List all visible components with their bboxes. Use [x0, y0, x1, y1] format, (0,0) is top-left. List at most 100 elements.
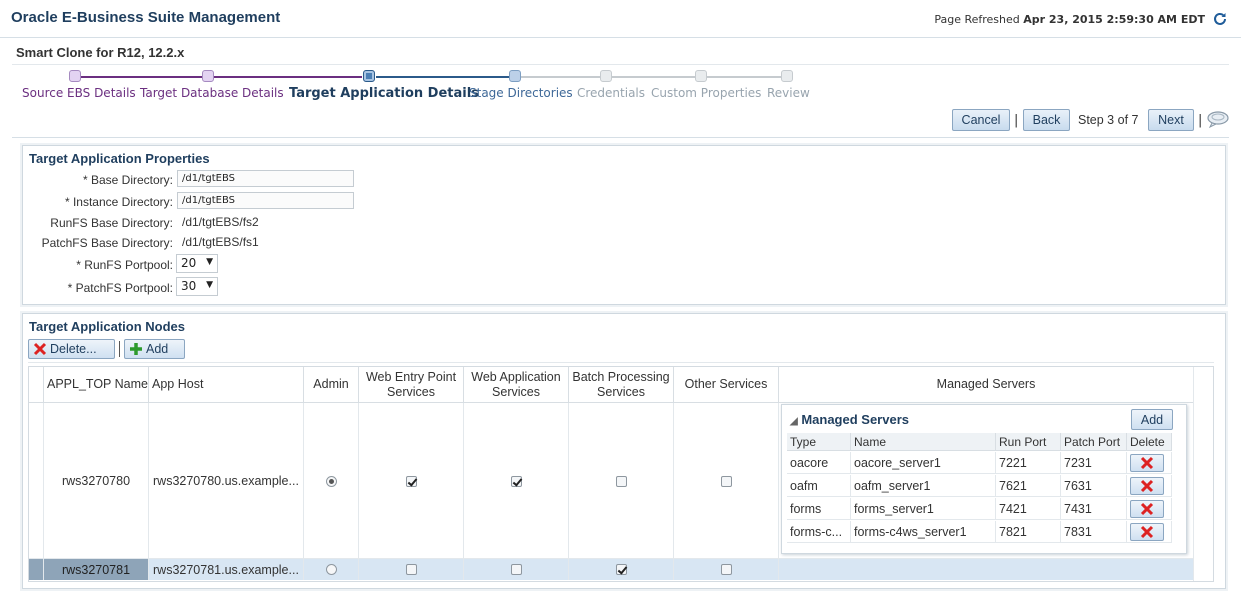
- column-header-other[interactable]: Other Services: [674, 367, 779, 403]
- cancel-button[interactable]: Cancel: [952, 109, 1010, 131]
- base-directory-input[interactable]: /d1/tgtEBS: [177, 170, 354, 187]
- back-button[interactable]: Back: [1023, 109, 1070, 131]
- managed-servers-panel: ◢ Managed Servers Add Type Name Run Port…: [781, 404, 1187, 554]
- patchfs-portpool-select[interactable]: 30 ▼: [176, 277, 218, 296]
- column-header-appl-top[interactable]: APPL_TOP Name: [44, 367, 149, 403]
- batch-checkbox[interactable]: [615, 475, 627, 487]
- train-label-source-ebs[interactable]: Source EBS Details: [22, 86, 136, 100]
- patchfs-portpool-value: 30: [181, 279, 197, 293]
- row-header-spacer: [29, 367, 44, 403]
- column-header-admin[interactable]: Admin: [304, 367, 359, 403]
- column-header-type[interactable]: Type: [787, 433, 851, 451]
- runfs-portpool-select[interactable]: 20 ▼: [176, 254, 218, 273]
- next-button[interactable]: Next: [1148, 109, 1194, 131]
- delete-icon: [1140, 479, 1154, 492]
- server-type: forms-c...: [787, 521, 851, 543]
- train-label-target-database[interactable]: Target Database Details: [140, 86, 284, 100]
- divider: [12, 64, 1229, 65]
- vertical-scrollbar[interactable]: [1193, 367, 1213, 581]
- web-entry-checkbox[interactable]: [405, 475, 417, 487]
- delete-cell: [1127, 521, 1172, 543]
- add-managed-server-button[interactable]: Add: [1131, 409, 1173, 430]
- batch-cell: [569, 559, 674, 580]
- server-patch-port: 7831: [1061, 521, 1127, 543]
- column-header-web-entry[interactable]: Web Entry Point Services: [359, 367, 464, 403]
- column-header-app-host[interactable]: App Host: [149, 367, 304, 403]
- delete-server-button[interactable]: [1130, 476, 1164, 495]
- train-label-review: Review: [767, 86, 810, 100]
- train-label-stage-directories[interactable]: Stage Directories: [469, 86, 573, 100]
- chevron-down-icon: ▼: [206, 257, 213, 267]
- add-node-button[interactable]: Add: [124, 339, 185, 359]
- column-header-web-app[interactable]: Web Application Services: [464, 367, 569, 403]
- add-label: Add: [146, 342, 169, 356]
- train-stop-custom-properties: [695, 70, 707, 82]
- column-header-patch-port[interactable]: Patch Port: [1061, 433, 1127, 451]
- train-connector: [521, 76, 782, 78]
- server-type: forms: [787, 498, 851, 520]
- column-header-batch[interactable]: Batch Processing Services: [569, 367, 674, 403]
- page-refreshed-info: Page Refreshed Apr 23, 2015 2:59:30 AM E…: [934, 13, 1205, 26]
- managed-servers-label: Managed Servers: [801, 412, 909, 427]
- batch-cell: [569, 403, 674, 559]
- refresh-icon[interactable]: [1212, 11, 1228, 27]
- other-cell: [674, 559, 779, 580]
- appl-top-name: rws3270780: [44, 403, 149, 559]
- train-stop-stage-directories[interactable]: [509, 70, 521, 82]
- column-header-name[interactable]: Name: [851, 433, 996, 451]
- admin-radio[interactable]: [325, 475, 337, 487]
- web-entry-checkbox[interactable]: [405, 564, 417, 575]
- delete-label: Delete...: [50, 342, 97, 356]
- train-stop-target-database[interactable]: [202, 70, 214, 82]
- separator: |: [1014, 113, 1019, 128]
- column-header-delete[interactable]: Delete: [1127, 433, 1172, 451]
- delete-server-button[interactable]: [1130, 453, 1164, 472]
- section-title: Target Application Properties: [29, 151, 210, 166]
- server-name: forms_server1: [851, 498, 996, 520]
- page-title: Smart Clone for R12, 12.2.x: [16, 45, 185, 60]
- base-directory-label: * Base Directory:: [82, 173, 173, 187]
- runfs-base-directory-value: /d1/tgtEBS/fs2: [182, 215, 259, 229]
- separator: |: [1198, 113, 1203, 128]
- delete-cell: [1127, 498, 1172, 520]
- other-checkbox[interactable]: [720, 564, 732, 575]
- refresh-time: Apr 23, 2015 2:59:30 AM EDT: [1023, 13, 1205, 26]
- server-patch-port: 7231: [1061, 452, 1127, 474]
- appl-top-name: rws3270781: [44, 559, 149, 580]
- web-app-checkbox[interactable]: [510, 564, 522, 575]
- app-title: Oracle E-Business Suite Management: [11, 9, 281, 26]
- other-checkbox[interactable]: [720, 475, 732, 487]
- chevron-down-icon: ▼: [206, 280, 213, 290]
- server-run-port: 7821: [996, 521, 1061, 543]
- web-app-cell: [464, 559, 569, 580]
- instance-directory-input[interactable]: /d1/tgtEBS: [177, 192, 354, 209]
- collapse-triangle-icon[interactable]: ◢: [790, 416, 798, 427]
- admin-radio[interactable]: [325, 564, 337, 575]
- train-stop-review: [781, 70, 793, 82]
- nodes-table: APPL_TOP Name App Host Admin Web Entry P…: [28, 366, 1214, 582]
- web-app-checkbox[interactable]: [510, 475, 522, 487]
- column-header-managed-servers[interactable]: Managed Servers: [779, 367, 1194, 403]
- train-stop-source-ebs[interactable]: [69, 70, 81, 82]
- delete-icon: [33, 342, 47, 356]
- server-name: oafm_server1: [851, 475, 996, 497]
- delete-cell: [1127, 475, 1172, 497]
- delete-server-button[interactable]: [1130, 522, 1164, 541]
- delete-node-button[interactable]: Delete...: [28, 339, 115, 359]
- column-header-run-port[interactable]: Run Port: [996, 433, 1061, 451]
- delete-icon: [1140, 502, 1154, 515]
- toolbar-rule: [28, 362, 1214, 363]
- row-header: [29, 403, 44, 559]
- train-label-custom-properties: Custom Properties: [651, 86, 762, 100]
- app-host: rws3270781.us.example...: [149, 559, 304, 580]
- delete-server-button[interactable]: [1130, 499, 1164, 518]
- server-patch-port: 7431: [1061, 498, 1127, 520]
- table-row[interactable]: rws3270781 rws3270781.us.example...: [29, 559, 1194, 580]
- delete-icon: [1140, 456, 1154, 469]
- batch-checkbox[interactable]: [615, 564, 627, 575]
- help-icon[interactable]: [1206, 110, 1230, 128]
- train-stop-target-application[interactable]: [363, 70, 375, 82]
- target-application-properties-panel: Target Application Properties * Base Dir…: [22, 145, 1226, 305]
- server-run-port: 7221: [996, 452, 1061, 474]
- train-label-target-application: Target Application Details: [289, 86, 479, 101]
